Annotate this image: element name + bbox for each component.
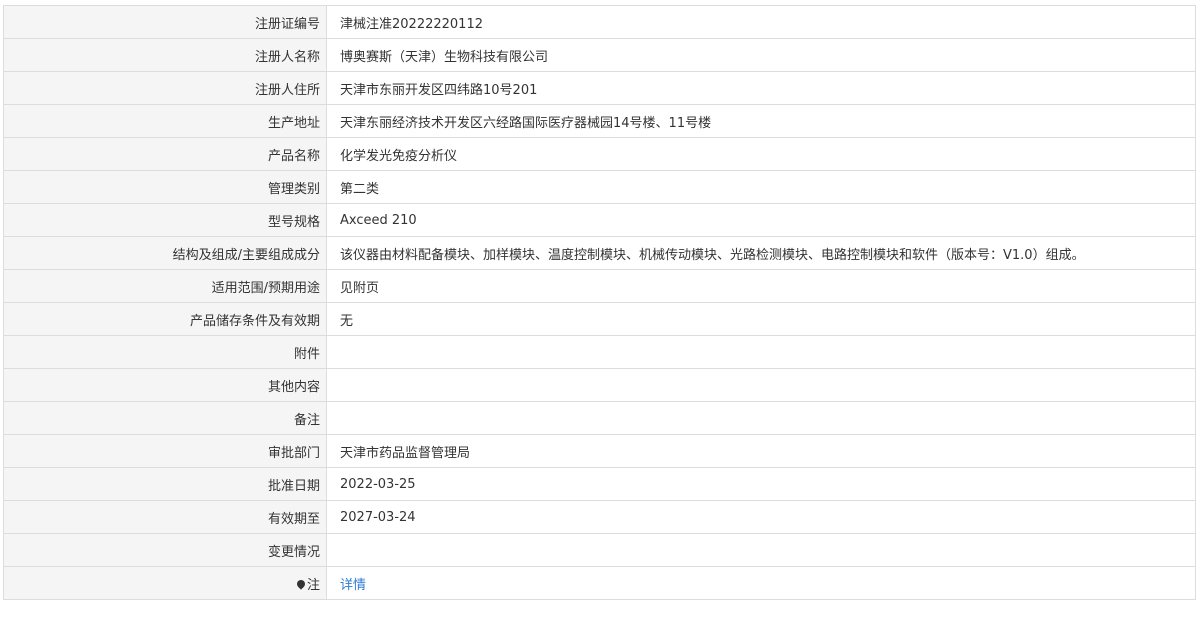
table-row: 批准日期 2022-03-25: [3, 467, 1196, 501]
field-value: 天津市药品监督管理局: [326, 434, 1196, 468]
table-row: 注册人住所 天津市东丽开发区四纬路10号201: [3, 71, 1196, 105]
table-row: 有效期至 2027-03-24: [3, 500, 1196, 534]
table-row: 附件: [3, 335, 1196, 369]
field-label: 其他内容: [3, 368, 327, 402]
note-label-cell: 注: [3, 566, 327, 600]
table-row: 备注: [3, 401, 1196, 435]
field-value: 2027-03-24: [326, 500, 1196, 534]
field-value: 天津市东丽开发区四纬路10号201: [326, 71, 1196, 105]
field-value: 见附页: [326, 269, 1196, 303]
field-value: [326, 368, 1196, 402]
pin-icon: [297, 580, 305, 590]
field-label: 变更情况: [3, 533, 327, 567]
field-label: 批准日期: [3, 467, 327, 501]
table-row: 注册证编号 津械注准20222220112: [3, 5, 1196, 39]
field-label: 产品储存条件及有效期: [3, 302, 327, 336]
table-row: 适用范围/预期用途 见附页: [3, 269, 1196, 303]
table-row: 其他内容: [3, 368, 1196, 402]
field-label: 管理类别: [3, 170, 327, 204]
field-value: [326, 335, 1196, 369]
details-link[interactable]: 详情: [340, 578, 366, 593]
table-row: 结构及组成/主要组成成分 该仪器由材料配备模块、加样模块、温度控制模块、机械传动…: [3, 236, 1196, 270]
table-row: 产品名称 化学发光免疫分析仪: [3, 137, 1196, 171]
field-label: 附件: [3, 335, 327, 369]
table-row: 注册人名称 博奥赛斯（天津）生物科技有限公司: [3, 38, 1196, 72]
field-label: 结构及组成/主要组成成分: [3, 236, 327, 270]
field-label: 注册人住所: [3, 71, 327, 105]
field-label: 审批部门: [3, 434, 327, 468]
field-value: Axceed 210: [326, 203, 1196, 237]
field-value: 津械注准20222220112: [326, 5, 1196, 39]
table-row: 产品储存条件及有效期 无: [3, 302, 1196, 336]
registration-table: 注册证编号 津械注准20222220112 注册人名称 博奥赛斯（天津）生物科技…: [3, 5, 1196, 600]
registration-detail: 注册证编号 津械注准20222220112 注册人名称 博奥赛斯（天津）生物科技…: [3, 5, 1196, 600]
field-value: 无: [326, 302, 1196, 336]
field-value: 第二类: [326, 170, 1196, 204]
note-label: 注: [306, 577, 320, 593]
field-value: 化学发光免疫分析仪: [326, 137, 1196, 171]
field-label: 备注: [3, 401, 327, 435]
field-label: 注册人名称: [3, 38, 327, 72]
field-value: 博奥赛斯（天津）生物科技有限公司: [326, 38, 1196, 72]
field-label: 有效期至: [3, 500, 327, 534]
field-value: [326, 533, 1196, 567]
field-label: 注册证编号: [3, 5, 327, 39]
registration-table-body: 注册证编号 津械注准20222220112 注册人名称 博奥赛斯（天津）生物科技…: [3, 5, 1196, 600]
field-value: 天津东丽经济技术开发区六经路国际医疗器械园14号楼、11号楼: [326, 104, 1196, 138]
table-row: 审批部门 天津市药品监督管理局: [3, 434, 1196, 468]
field-value: 该仪器由材料配备模块、加样模块、温度控制模块、机械传动模块、光路检测模块、电路控…: [326, 236, 1196, 270]
field-label: 生产地址: [3, 104, 327, 138]
field-label: 适用范围/预期用途: [3, 269, 327, 303]
field-value: [326, 401, 1196, 435]
field-label: 型号规格: [3, 203, 327, 237]
table-row: 管理类别 第二类: [3, 170, 1196, 204]
table-row: 生产地址 天津东丽经济技术开发区六经路国际医疗器械园14号楼、11号楼: [3, 104, 1196, 138]
field-label: 产品名称: [3, 137, 327, 171]
note-row: 注 详情: [3, 566, 1196, 600]
field-value: 2022-03-25: [326, 467, 1196, 501]
table-row: 变更情况: [3, 533, 1196, 567]
note-value-cell: 详情: [326, 566, 1196, 600]
table-row: 型号规格 Axceed 210: [3, 203, 1196, 237]
